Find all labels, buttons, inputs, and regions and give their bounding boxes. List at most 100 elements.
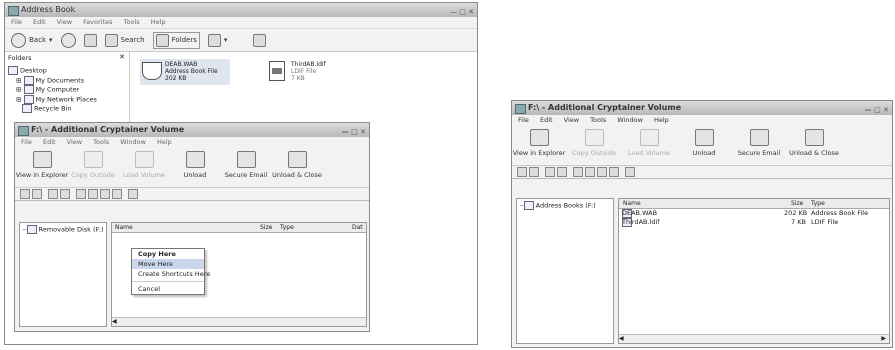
menu-help[interactable]: Help [157, 138, 172, 146]
menu-view[interactable]: View [57, 18, 72, 26]
cryptainer-titlebar[interactable]: F:\ - Additional Cryptainer Volume — □ ✕ [15, 123, 369, 137]
copy-outside-button[interactable]: Copy Outside [572, 129, 616, 157]
copy-icon [584, 129, 604, 146]
folders-button-label: Folders [171, 36, 197, 44]
button-label: Secure Email [224, 171, 268, 179]
tree-item-label: Desktop [20, 66, 47, 75]
load-volume-button[interactable]: Load Volume [628, 129, 670, 157]
tool-icon[interactable] [585, 167, 595, 177]
menu-edit[interactable]: Edit [33, 18, 46, 26]
horizontal-scrollbar[interactable]: ◀ [112, 317, 366, 326]
unload-button[interactable]: Unload [174, 151, 216, 179]
tree-item-recycle-bin[interactable]: Recycle Bin [8, 104, 126, 114]
window-controls[interactable]: — □ ✕ [865, 103, 889, 115]
window-controls[interactable]: — □ ✕ [342, 125, 366, 137]
tree-item-address-books[interactable]: ┄ Address Books (F:) [520, 201, 610, 211]
file-item-thirdab[interactable]: ThirdAB.ldif LDIF File 7 KB [267, 59, 367, 85]
copy-outside-button[interactable]: Copy Outside [71, 151, 115, 179]
menu-tools[interactable]: Tools [93, 138, 109, 146]
tool-icon[interactable] [88, 189, 98, 199]
menu-cancel[interactable]: Cancel [132, 284, 204, 294]
tool-icon[interactable] [529, 167, 539, 177]
back-button[interactable]: Back ▾ [11, 32, 53, 48]
tool-icon[interactable] [557, 167, 567, 177]
tool-icon[interactable] [597, 167, 607, 177]
menu-tools[interactable]: Tools [124, 18, 140, 26]
folders-pane: Folders ✕ Desktop ⊞ My Documents ⊞ My Co… [5, 52, 130, 122]
menu-copy-here[interactable]: Copy Here [132, 249, 204, 259]
cryptainer-titlebar[interactable]: F:\ - Additional Cryptainer Volume — □ ✕ [512, 101, 892, 115]
menu-file[interactable]: File [21, 138, 32, 146]
tool-icon[interactable] [573, 167, 583, 177]
tool-icon[interactable] [60, 189, 70, 199]
menu-favorites[interactable]: Favorites [83, 18, 112, 26]
close-icon[interactable]: ✕ [119, 53, 125, 61]
tree-item-network[interactable]: ⊞ My Network Places [8, 94, 126, 105]
tool-icon[interactable] [609, 167, 619, 177]
menu-edit[interactable]: Edit [540, 116, 553, 124]
menu-move-here[interactable]: Move Here [132, 259, 204, 269]
tree-item-my-documents[interactable]: ⊞ My Documents [8, 75, 126, 86]
file-row[interactable]: ThirdAB.ldif 7 KB LDIF File [619, 218, 889, 227]
explorer-titlebar[interactable]: Address Book — □ ✕ [5, 3, 477, 17]
drive-icon [26, 225, 37, 234]
menu-tools[interactable]: Tools [590, 116, 606, 124]
load-volume-button[interactable]: Load Volume [123, 151, 165, 179]
menu-file[interactable]: File [11, 18, 22, 26]
tool-icon[interactable] [112, 189, 122, 199]
tree-item-desktop[interactable]: Desktop [8, 66, 126, 76]
search-button[interactable]: Search [104, 33, 145, 47]
file-row[interactable]: DEAB.WAB 202 KB Address Book File [619, 209, 889, 218]
menu-window[interactable]: Window [617, 116, 643, 124]
tree-item-my-computer[interactable]: ⊞ My Computer [8, 85, 126, 95]
scroll-right-icon[interactable]: ▶ [881, 335, 886, 343]
unload-close-button[interactable]: Unload & Close [789, 129, 839, 157]
column-header: Name Size Type Dat [112, 223, 366, 233]
secure-email-button[interactable]: Secure Email [738, 129, 780, 157]
tree-item-removable-disk[interactable]: ┄ Removable Disk (F:) [23, 225, 104, 235]
forward-button[interactable] [60, 32, 76, 48]
views-button[interactable]: ▾ [207, 33, 227, 47]
file-item-deab[interactable]: DEAB.WAB Address Book File 202 KB [140, 59, 230, 85]
unload-button[interactable]: Unload [683, 129, 725, 157]
menu-view[interactable]: View [564, 116, 579, 124]
file-name: ThirdAB.ldif [622, 218, 660, 226]
recycle-bin-icon [22, 104, 32, 113]
up-button[interactable] [83, 33, 97, 47]
menu-help[interactable]: Help [654, 116, 669, 124]
address-icon [253, 33, 267, 47]
tool-icon[interactable] [625, 167, 635, 177]
button-label: Unload & Close [272, 171, 322, 179]
secure-email-button[interactable]: Secure Email [225, 151, 267, 179]
tool-icon[interactable] [545, 167, 555, 177]
unload-close-button[interactable]: Unload & Close [272, 151, 322, 179]
tool-icon[interactable] [48, 189, 58, 199]
menu-edit[interactable]: Edit [43, 138, 56, 146]
folders-button[interactable]: Folders [152, 31, 200, 49]
menu-file[interactable]: File [518, 116, 529, 124]
tool-icon[interactable] [20, 189, 30, 199]
tool-icon[interactable] [100, 189, 110, 199]
menu-help[interactable]: Help [151, 18, 166, 26]
column-size[interactable]: Size [791, 199, 803, 208]
view-in-explorer-button[interactable]: View in Explorer [16, 151, 68, 179]
file-size: 7 KB [291, 75, 305, 82]
menu-create-shortcuts[interactable]: Create Shortcuts Here [132, 269, 210, 279]
horizontal-scrollbar[interactable]: ◀ ▶ [619, 334, 889, 343]
column-size[interactable]: Size [260, 223, 272, 232]
menu-view[interactable]: View [67, 138, 82, 146]
tool-icon[interactable] [128, 189, 138, 199]
explorer-menubar: File Edit View Favorites Tools Help [5, 17, 477, 28]
tool-icon[interactable] [517, 167, 527, 177]
column-type[interactable]: Type [811, 199, 825, 208]
window-controls[interactable]: — □ ✕ [450, 5, 474, 17]
column-name[interactable]: Name [115, 223, 133, 232]
tool-icon[interactable] [32, 189, 42, 199]
column-type[interactable]: Type [280, 223, 294, 232]
menu-window[interactable]: Window [120, 138, 146, 146]
address-icon-button[interactable] [253, 33, 267, 47]
view-in-explorer-button[interactable]: View in Explorer [513, 129, 565, 157]
tool-icon[interactable] [76, 189, 86, 199]
column-date[interactable]: Dat [352, 223, 363, 232]
column-name[interactable]: Name [623, 199, 641, 208]
